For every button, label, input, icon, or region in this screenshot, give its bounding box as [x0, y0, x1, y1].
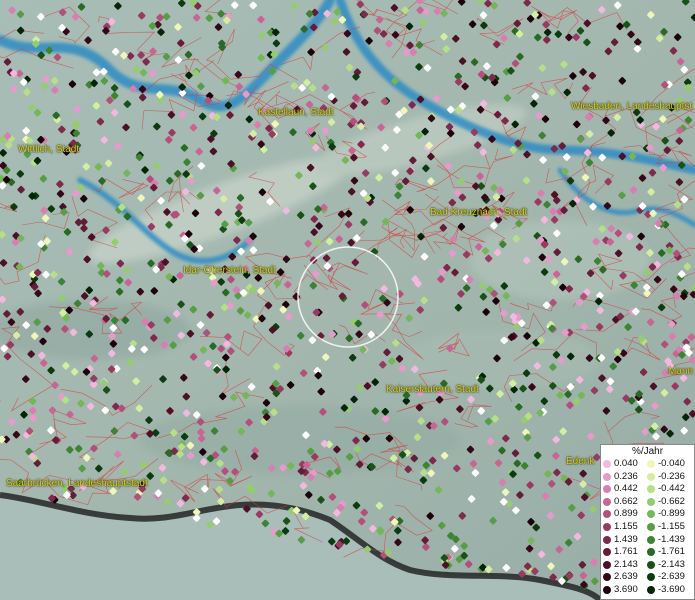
legend-row: 1.761 -1.761: [603, 547, 695, 558]
legend-value: -2.639: [658, 571, 685, 583]
legend: %/Jahr 0.040 -0.040 0.236 -0.236 0.442 -0.442…: [600, 444, 695, 600]
legend-value: -2.143: [658, 558, 685, 570]
legend-swatch: [603, 510, 611, 519]
legend-swatch: [647, 573, 655, 582]
legend-row: 1.155 -1.155: [603, 522, 695, 533]
legend-swatch: [647, 472, 655, 481]
legend-title: %/Jahr: [631, 446, 664, 457]
legend-value: 0.899: [614, 508, 638, 520]
legend-row: 2.639 -2.639: [603, 572, 695, 583]
city-label: Wittlich, Stadt: [18, 144, 80, 155]
legend-row: 2.143 -2.143: [603, 558, 695, 571]
legend-swatch: [647, 586, 655, 594]
legend-swatch: [603, 523, 611, 531]
legend-swatch: [603, 460, 611, 468]
legend-swatch: [647, 560, 655, 569]
legend-value: 1.439: [614, 533, 638, 545]
city-label: Wiesbaden, Landeshauptst: [571, 101, 693, 112]
legend-value: -0.899: [658, 508, 685, 520]
legend-value: -1.155: [658, 521, 685, 532]
city-label: Idar-Oberstein, Stadt: [183, 265, 276, 276]
legend-swatch: [647, 510, 655, 519]
legend-value: -3.690: [658, 584, 685, 595]
legend-swatch: [603, 586, 611, 594]
legend-swatch: [603, 497, 611, 506]
city-label: Mann: [668, 366, 694, 377]
legend-row: 0.662 -0.662: [603, 495, 695, 508]
legend-value: 2.639: [614, 571, 638, 583]
legend-swatch: [647, 523, 655, 531]
legend-row: 1.439 -1.439: [603, 533, 695, 546]
legend-swatch: [603, 472, 611, 481]
legend-row: 3.690 -3.690: [603, 585, 695, 596]
legend-swatch: [647, 460, 655, 468]
legend-swatch: [647, 535, 655, 544]
city-label: Edenk: [566, 456, 595, 467]
map-canvas[interactable]: [0, 0, 695, 600]
legend-value: -0.442: [658, 483, 685, 495]
city-label: Bad Kreuznach, Stadt: [430, 207, 528, 218]
legend-value: 2.143: [614, 558, 638, 570]
legend-value: -0.662: [658, 495, 685, 507]
legend-value: 0.442: [614, 483, 638, 495]
legend-swatch: [647, 497, 655, 506]
city-label: Saarbrücken, Landeshauptstadt: [6, 478, 148, 489]
legend-value: -0.236: [658, 470, 685, 482]
city-label: Kastellaun, Stadt: [258, 107, 334, 118]
city-label: Kaiserslautern, Stadt: [386, 384, 479, 395]
legend-value: 1.155: [614, 521, 638, 532]
legend-swatch: [647, 548, 655, 557]
legend-value: 0.236: [614, 470, 638, 482]
legend-row: 0.040 -0.040: [603, 459, 695, 470]
legend-value: 1.761: [614, 546, 638, 558]
legend-row: 0.899 -0.899: [603, 509, 695, 520]
legend-row: 0.442 -0.442: [603, 484, 695, 495]
legend-value: -0.040: [658, 458, 685, 469]
legend-value: -1.761: [658, 546, 685, 558]
legend-swatch: [603, 573, 611, 582]
legend-value: -1.439: [658, 533, 685, 545]
legend-row: 0.236 -0.236: [603, 470, 695, 483]
legend-swatch: [603, 548, 611, 557]
legend-swatch: [603, 535, 611, 544]
legend-value: 0.040: [614, 458, 638, 469]
legend-swatch: [603, 485, 611, 494]
legend-value: 0.662: [614, 495, 638, 507]
legend-swatch: [603, 560, 611, 569]
legend-swatch: [647, 485, 655, 494]
legend-value: 3.690: [614, 584, 638, 595]
